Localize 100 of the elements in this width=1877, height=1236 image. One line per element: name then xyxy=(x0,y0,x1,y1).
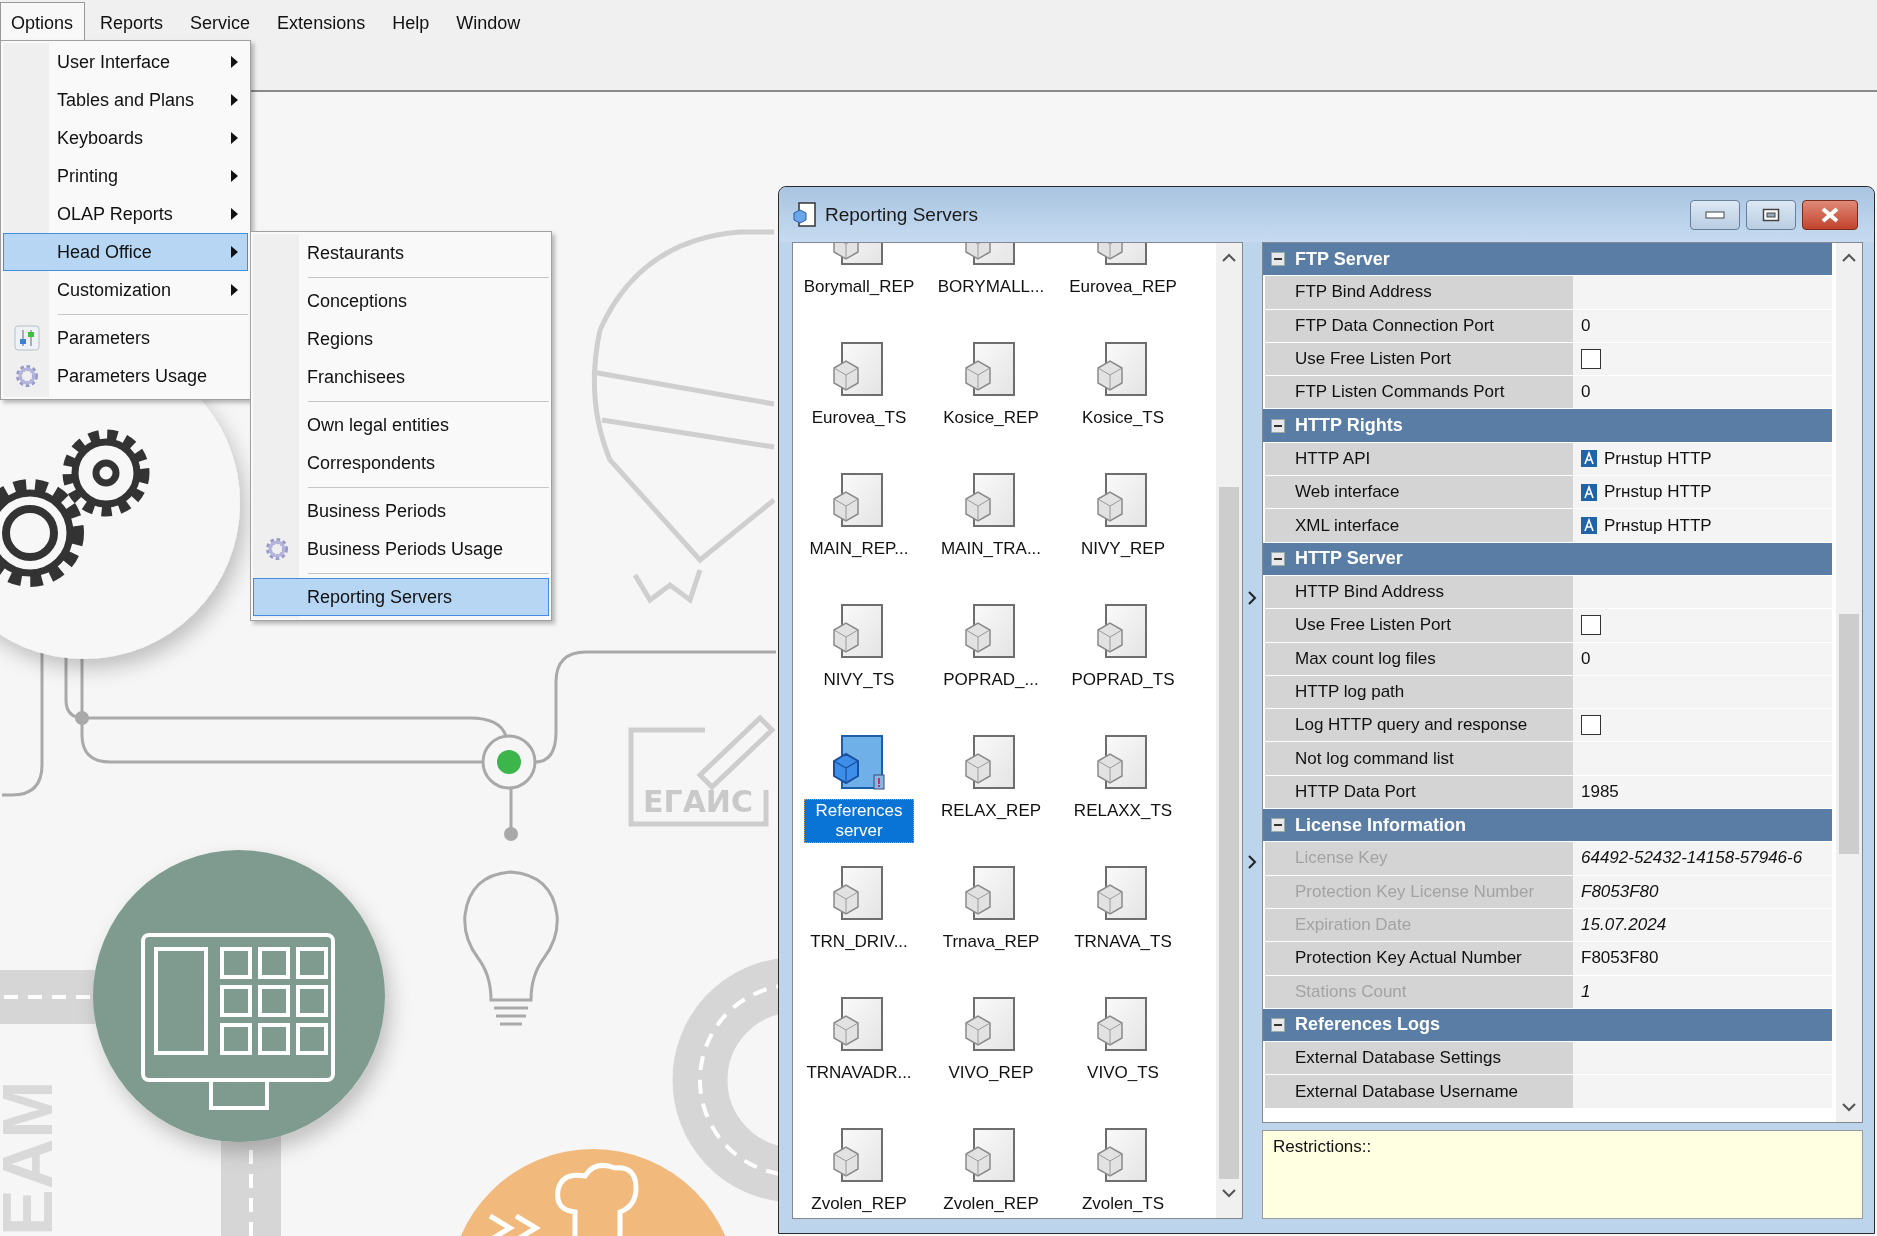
section-header[interactable]: HTTP Rights xyxy=(1263,409,1832,443)
server-label[interactable]: Zvolen_REP xyxy=(940,1192,1042,1216)
server-label[interactable]: Eurovea_REP xyxy=(1066,275,1180,299)
menu-item[interactable]: Correspondents xyxy=(253,444,549,482)
menu-item[interactable]: Window xyxy=(445,2,533,44)
server-label[interactable]: VIVO_REP xyxy=(945,1061,1037,1085)
menu-item[interactable]: Reporting Servers xyxy=(253,578,549,616)
scrollbar-thumb[interactable] xyxy=(1219,487,1239,1179)
server-label[interactable]: Kosice_TS xyxy=(1078,406,1168,430)
server-label[interactable]: Borymall_REP xyxy=(800,275,918,299)
checkbox[interactable] xyxy=(1581,615,1601,636)
collapse-icon[interactable] xyxy=(1271,252,1285,267)
menu-item[interactable]: Business Periods xyxy=(253,492,549,530)
close-icon xyxy=(1820,206,1840,223)
server-label[interactable]: Zvolen_REP xyxy=(808,1192,910,1216)
gear-icon xyxy=(15,364,39,388)
menu-item[interactable]: Tables and Plans xyxy=(3,81,248,119)
section-title: HTTP Rights xyxy=(1295,415,1403,437)
scrollbar[interactable] xyxy=(1836,243,1862,1122)
menu-item[interactable]: Own legal entities xyxy=(253,406,549,444)
menu-item[interactable]: Printing xyxy=(3,157,248,195)
property-value[interactable]: 1985 xyxy=(1573,775,1832,809)
server-label[interactable]: POPRAD_TS xyxy=(1068,668,1178,692)
access-icon xyxy=(1581,483,1597,501)
access-icon xyxy=(1581,450,1597,468)
server-label[interactable]: TRNAVADR... xyxy=(803,1061,915,1085)
menu-item[interactable]: Business Periods Usage xyxy=(253,530,549,568)
section-header[interactable]: References Logs xyxy=(1263,1008,1832,1043)
submenu-arrow-icon xyxy=(231,56,238,68)
menu-item[interactable]: OLAP Reports xyxy=(3,195,248,233)
menu-item[interactable]: Franchisees xyxy=(253,358,549,396)
server-label[interactable]: Eurovea_TS xyxy=(808,406,910,430)
sliders-icon xyxy=(14,325,40,351)
checkbox[interactable] xyxy=(1581,715,1601,736)
server-label[interactable]: NIVY_REP xyxy=(1077,537,1169,561)
scrollbar[interactable] xyxy=(1216,243,1242,1218)
submenu-arrow-icon xyxy=(231,170,238,182)
menu-item[interactable]: Customization xyxy=(3,271,248,309)
scroll-down-icon[interactable] xyxy=(1222,1189,1236,1198)
server-icon xyxy=(830,735,888,791)
submenu-arrow-icon xyxy=(231,94,238,106)
property-value[interactable]: 0 xyxy=(1573,376,1832,409)
menu-item[interactable]: User Interface xyxy=(3,43,248,81)
server-label[interactable]: Kosice_REP xyxy=(940,406,1042,430)
server-label[interactable]: Zvolen_TS xyxy=(1078,1192,1168,1216)
menu-item[interactable]: Restaurants xyxy=(253,234,549,272)
server-label[interactable]: BORYMALL... xyxy=(934,275,1048,299)
collapse-icon[interactable] xyxy=(1271,418,1285,433)
menu-item[interactable]: Head Office xyxy=(3,233,248,271)
section-title: HTTP Server xyxy=(1295,548,1403,570)
scroll-down-icon[interactable] xyxy=(1842,1103,1856,1112)
menu-item[interactable]: Keyboards xyxy=(3,119,248,157)
menu-item[interactable]: Regions xyxy=(253,320,549,358)
collapse-icon[interactable] xyxy=(1271,551,1285,566)
section-header[interactable]: License Information xyxy=(1263,809,1832,843)
server-label[interactable]: MAIN_REP... xyxy=(806,537,912,561)
server-label[interactable]: TRNAVA_TS xyxy=(1071,930,1175,954)
property-label: HTTP Data Port xyxy=(1263,775,1573,809)
property-label: FTP Data Connection Port xyxy=(1263,309,1573,342)
section-header[interactable]: HTTP Server xyxy=(1263,542,1832,576)
server-label[interactable]: VIVO_TS xyxy=(1084,1061,1162,1085)
window-title: Reporting Servers xyxy=(825,203,980,226)
server-label[interactable]: RELAXX_TS xyxy=(1070,799,1176,823)
gear-icon xyxy=(265,537,289,561)
menu-item[interactable]: Conceptions xyxy=(253,282,549,320)
server-label[interactable]: Trnava_REP xyxy=(939,930,1043,954)
minimize-icon xyxy=(1705,210,1725,219)
property-value[interactable]: 0 xyxy=(1573,309,1832,342)
collapse-icon[interactable] xyxy=(1271,1017,1285,1032)
maximize-button[interactable] xyxy=(1746,199,1796,230)
menu-item[interactable]: Help xyxy=(381,2,442,44)
menu-item[interactable]: Parameters Usage xyxy=(3,357,248,395)
submenu-arrow-icon xyxy=(231,132,238,144)
property-label: FTP Bind Address xyxy=(1263,276,1573,309)
close-button[interactable] xyxy=(1802,199,1858,230)
scrollbar-thumb[interactable] xyxy=(1839,614,1859,854)
submenu-arrow-icon xyxy=(231,208,238,220)
property-label: Max count log files xyxy=(1263,642,1573,675)
submenu-arrow-icon xyxy=(231,246,238,258)
collapse-icon[interactable] xyxy=(1271,818,1285,833)
property-label: Protection Key Actual Number xyxy=(1263,942,1573,975)
property-value: Prнstup HTTP xyxy=(1604,448,1712,469)
section-header[interactable]: FTP Server xyxy=(1263,243,1832,277)
scroll-up-icon[interactable] xyxy=(1222,253,1236,262)
server-label[interactable]: MAIN_TRA... xyxy=(937,537,1045,561)
server-label[interactable]: References server xyxy=(804,799,914,843)
menu-item[interactable]: Parameters xyxy=(3,319,248,357)
property-value[interactable]: F8053F80 xyxy=(1573,942,1832,975)
minimize-button[interactable] xyxy=(1690,199,1740,230)
menu-item[interactable]: Reports xyxy=(89,2,176,44)
property-value[interactable]: 0 xyxy=(1573,642,1832,675)
menu-item[interactable]: Extensions xyxy=(266,2,378,44)
server-label[interactable]: POPRAD_... xyxy=(940,668,1042,692)
scroll-up-icon[interactable] xyxy=(1842,253,1856,262)
property-label: XML interface xyxy=(1263,509,1573,542)
server-label[interactable]: NIVY_TS xyxy=(820,668,898,692)
server-label[interactable]: TRN_DRIV... xyxy=(807,930,911,954)
checkbox[interactable] xyxy=(1581,349,1601,370)
server-label[interactable]: RELAX_REP xyxy=(937,799,1045,823)
menu-item[interactable]: Service xyxy=(179,2,263,44)
